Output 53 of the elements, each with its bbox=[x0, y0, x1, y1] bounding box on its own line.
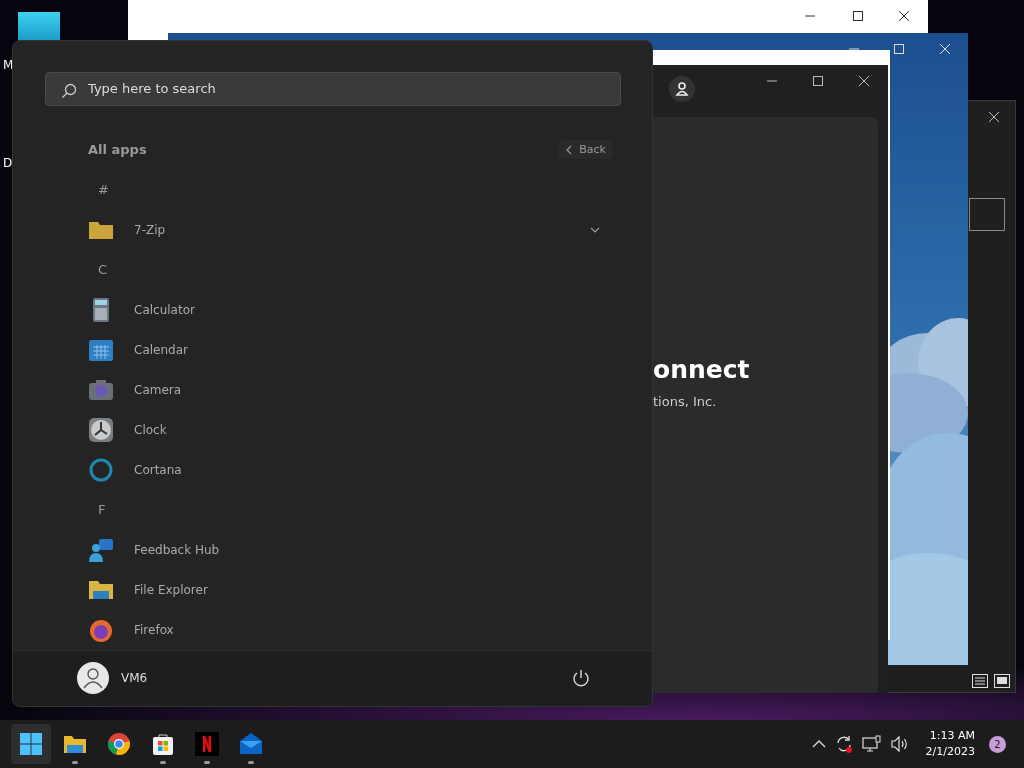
expand-chevron-icon[interactable] bbox=[590, 225, 600, 234]
running-indicator bbox=[248, 761, 254, 764]
notification-badge[interactable]: 2 bbox=[989, 735, 1006, 753]
chrome-icon bbox=[107, 732, 131, 756]
search-field[interactable]: Type here to search bbox=[45, 72, 621, 106]
mail-icon bbox=[239, 732, 263, 756]
chevron-up-icon[interactable] bbox=[811, 739, 826, 749]
app-heading: onnect bbox=[653, 355, 750, 384]
netflix-icon bbox=[195, 732, 219, 756]
maximize-icon[interactable] bbox=[852, 10, 864, 22]
running-indicator bbox=[72, 761, 78, 764]
desktop-icon-label: M bbox=[3, 58, 14, 72]
store-icon bbox=[151, 732, 175, 756]
clock-button[interactable]: 1:13 AM 2/1/2023 bbox=[925, 728, 975, 760]
desktop-app-icon[interactable] bbox=[18, 12, 60, 42]
search-icon bbox=[61, 83, 77, 99]
list-view-icon[interactable] bbox=[972, 674, 988, 688]
clock-icon bbox=[88, 416, 114, 443]
app-list-item[interactable]: Calendar bbox=[88, 329, 606, 370]
app-list-item[interactable]: Clock bbox=[88, 409, 606, 450]
letter-header[interactable]: C bbox=[88, 262, 118, 278]
volume-icon[interactable] bbox=[889, 735, 910, 753]
app-list-item[interactable]: Firefox bbox=[88, 609, 606, 650]
network-icon[interactable] bbox=[861, 735, 882, 753]
account-icon[interactable] bbox=[669, 76, 695, 102]
running-indicator bbox=[160, 761, 166, 764]
windows-logo-icon bbox=[20, 733, 42, 755]
section-title: All apps bbox=[88, 142, 147, 158]
chevron-icon bbox=[565, 144, 574, 155]
circle-icon bbox=[88, 456, 114, 483]
letter-header[interactable]: # bbox=[88, 182, 119, 198]
app-list-item[interactable]: 7-Zip bbox=[88, 209, 606, 250]
close-icon[interactable] bbox=[858, 75, 870, 87]
app-subheading: tions, Inc. bbox=[653, 394, 717, 409]
input-field[interactable] bbox=[969, 198, 1005, 231]
app-list-item[interactable]: Cortana bbox=[88, 449, 606, 490]
app-list-item[interactable]: Camera bbox=[88, 369, 606, 410]
tile-view-icon[interactable] bbox=[994, 674, 1010, 688]
letter-header[interactable]: F bbox=[88, 502, 116, 518]
app-list-item[interactable]: Feedback Hub bbox=[88, 529, 606, 570]
desktop-icon-label: D bbox=[3, 156, 13, 170]
close-icon[interactable] bbox=[898, 10, 910, 22]
close-icon[interactable] bbox=[988, 111, 1000, 123]
back-button[interactable]: Back bbox=[559, 140, 612, 160]
app-list-item[interactable]: Calculator bbox=[88, 289, 606, 330]
power-icon[interactable] bbox=[572, 669, 590, 688]
running-indicator bbox=[204, 761, 210, 764]
user-account-button[interactable]: VM6 bbox=[77, 662, 148, 695]
app-list-item[interactable]: File Explorer bbox=[88, 569, 606, 610]
start-button[interactable] bbox=[11, 724, 51, 764]
avatar-icon bbox=[77, 662, 109, 695]
maximize-icon[interactable] bbox=[812, 75, 824, 87]
feedback-icon bbox=[88, 536, 114, 563]
